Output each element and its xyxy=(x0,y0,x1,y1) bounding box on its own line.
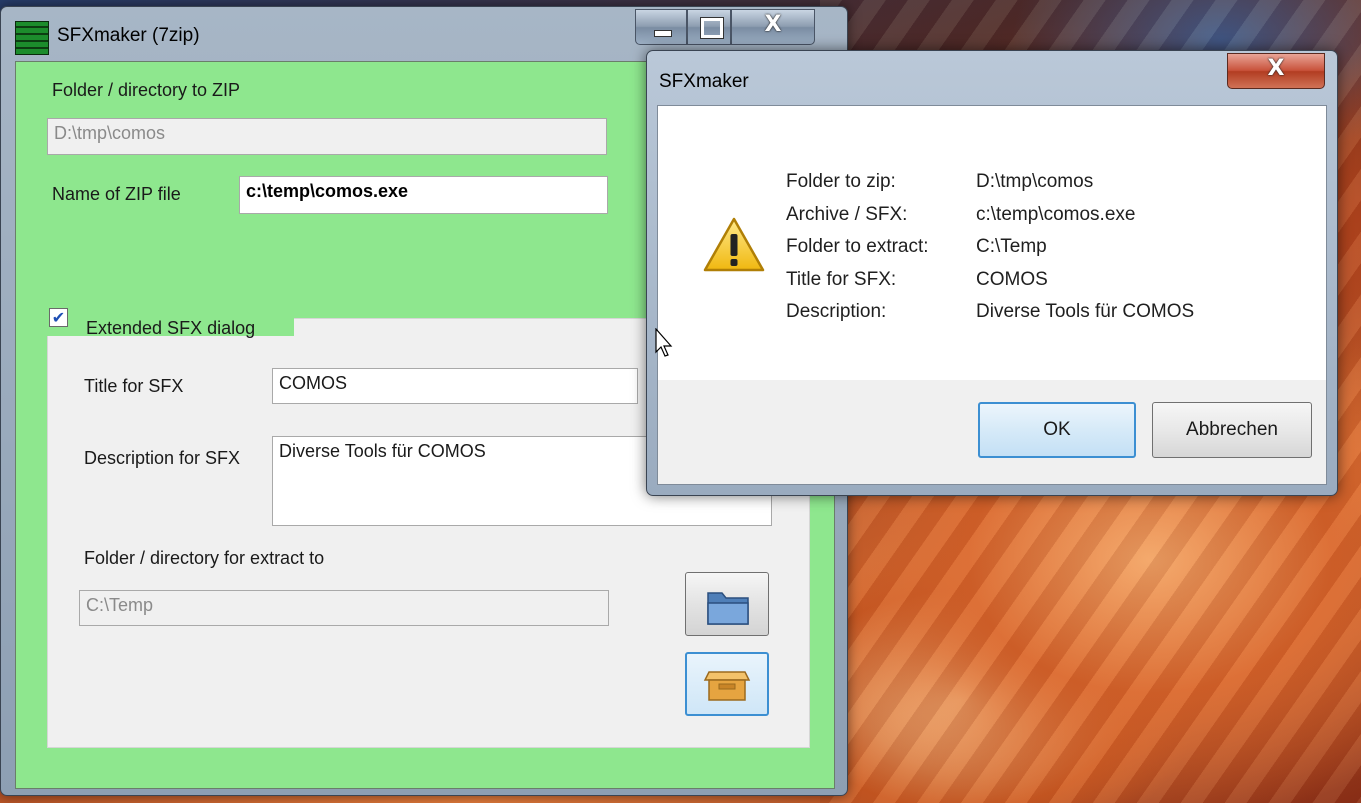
extended-sfx-label: Extended SFX dialog xyxy=(86,318,256,338)
minimize-icon xyxy=(654,30,672,37)
info-row: Folder to extract: C:\Temp xyxy=(786,236,1047,258)
close-icon: X xyxy=(1267,56,1285,81)
mouse-cursor-icon xyxy=(655,328,673,357)
main-window-title: SFXmaker (7zip) xyxy=(57,25,200,46)
info-row: Folder to zip: D:\tmp\comos xyxy=(786,171,1094,193)
extract-folder-field[interactable]: C:\Temp xyxy=(79,590,609,626)
info-row: Archive / SFX: c:\temp\comos.exe xyxy=(786,203,1136,225)
archive-box-icon xyxy=(703,671,751,701)
ok-button[interactable]: OK xyxy=(978,402,1136,458)
zip-name-label: Name of ZIP file xyxy=(52,184,181,204)
minimize-button[interactable] xyxy=(635,9,687,45)
dialog-close-button[interactable]: X xyxy=(1227,53,1325,89)
zip-name-input[interactable]: c:\temp\comos.exe xyxy=(239,176,608,214)
folder-to-zip-label: Folder / directory to ZIP xyxy=(52,80,241,100)
folder-to-zip-field[interactable]: D:\tmp\comos xyxy=(47,118,607,155)
dialog-message-area: Folder to zip: D:\tmp\comos Archive / SFX… xyxy=(658,106,1326,380)
create-archive-button[interactable] xyxy=(685,652,769,716)
close-icon: X xyxy=(764,12,782,37)
info-row: Description: Diverse Tools für COMOS xyxy=(786,301,1195,323)
app-icon xyxy=(15,21,49,55)
title-sfx-label: Title for SFX xyxy=(84,376,184,396)
info-row: Title for SFX: COMOS xyxy=(786,268,1048,290)
folder-icon xyxy=(707,592,749,625)
title-sfx-input[interactable]: COMOS xyxy=(272,368,638,404)
dialog-title: SFXmaker xyxy=(659,71,749,92)
caption-buttons: X xyxy=(635,9,815,45)
cancel-button[interactable]: Abbrechen xyxy=(1152,402,1312,458)
warning-icon xyxy=(703,217,765,272)
maximize-button[interactable] xyxy=(687,9,731,45)
browse-folder-button[interactable] xyxy=(685,572,769,636)
sfxmaker-confirm-dialog: SFXmaker X Folder to zip: D:\tmp\comos Ar… xyxy=(646,50,1338,496)
extended-sfx-checkbox[interactable]: ✔ xyxy=(49,308,68,327)
close-button[interactable]: X xyxy=(731,9,815,45)
maximize-icon xyxy=(701,18,723,38)
description-label: Description for SFX xyxy=(84,448,241,468)
dialog-info-table: Folder to zip: D:\tmp\comos Archive / SFX… xyxy=(786,166,1194,329)
extract-folder-label: Folder / directory for extract to xyxy=(84,548,325,568)
dialog-body: Folder to zip: D:\tmp\comos Archive / SFX… xyxy=(657,105,1327,485)
